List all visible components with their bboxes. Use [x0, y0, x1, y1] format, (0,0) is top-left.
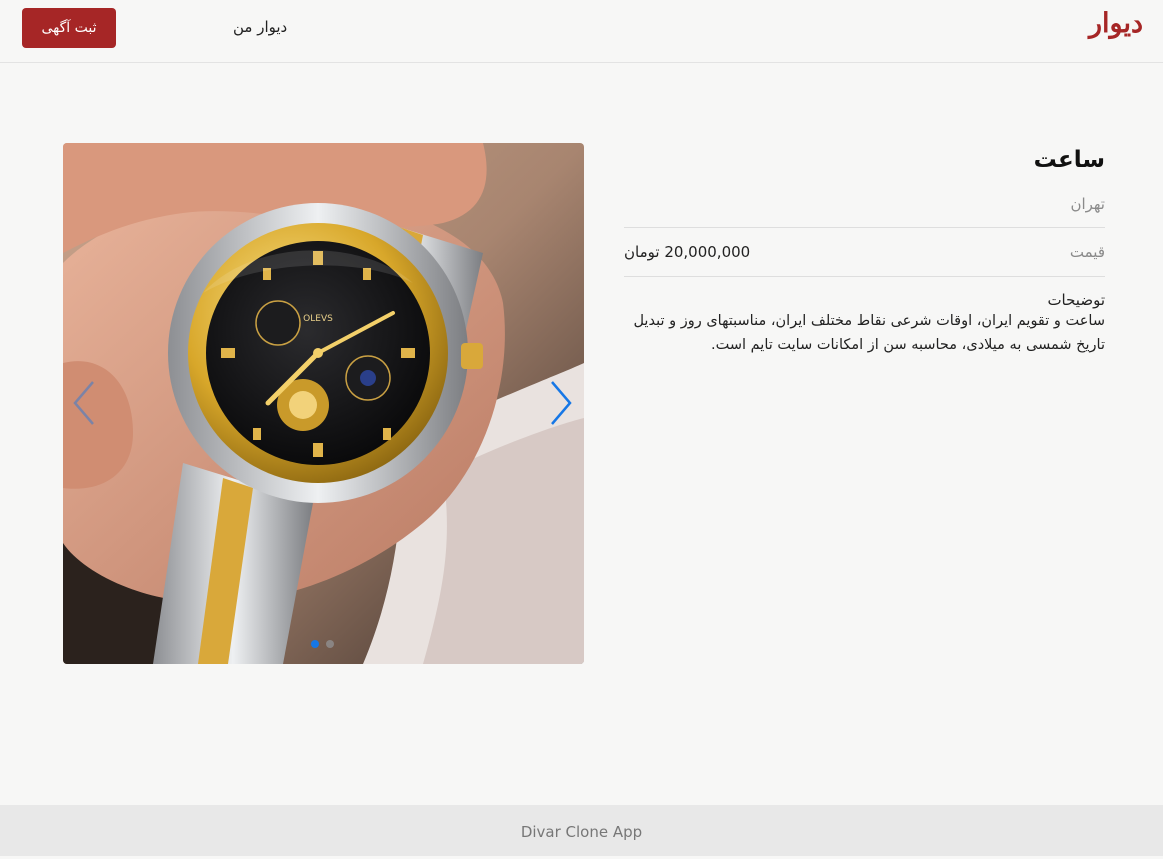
footer: Divar Clone App	[0, 805, 1163, 856]
image-gallery[interactable]: OLEVS	[63, 143, 584, 664]
next-image-arrow-icon[interactable]	[546, 378, 576, 428]
listing-details: ساعت تهران قیمت 20,000,000 تومان توضیحات…	[624, 143, 1105, 357]
gallery-dot-2[interactable]	[326, 640, 334, 648]
listing-city: تهران	[1070, 195, 1105, 213]
price-row: قیمت 20,000,000 تومان	[624, 228, 1105, 276]
description-text: ساعت و تقویم ایران، اوقات شرعی نقاط مختل…	[633, 313, 1105, 353]
listing-title: ساعت	[1033, 147, 1105, 173]
gallery-pagination	[311, 640, 334, 650]
price-value: 20,000,000 تومان	[624, 243, 751, 261]
gallery-dot-1[interactable]	[311, 640, 319, 648]
top-bar: دیوار دیوار من ثبت آگهی	[0, 0, 1163, 63]
previous-image-arrow-icon[interactable]	[69, 378, 99, 428]
my-divar-link[interactable]: دیوار من	[233, 18, 287, 36]
price-label: قیمت	[1069, 243, 1105, 261]
description-heading: توضیحات	[1047, 291, 1105, 309]
divar-logo[interactable]: دیوار	[1089, 8, 1143, 39]
listing-photo: OLEVS	[63, 143, 584, 664]
divider	[624, 276, 1105, 277]
svg-text:OLEVS: OLEVS	[303, 314, 333, 324]
post-ad-button[interactable]: ثبت آگهی	[22, 8, 116, 48]
